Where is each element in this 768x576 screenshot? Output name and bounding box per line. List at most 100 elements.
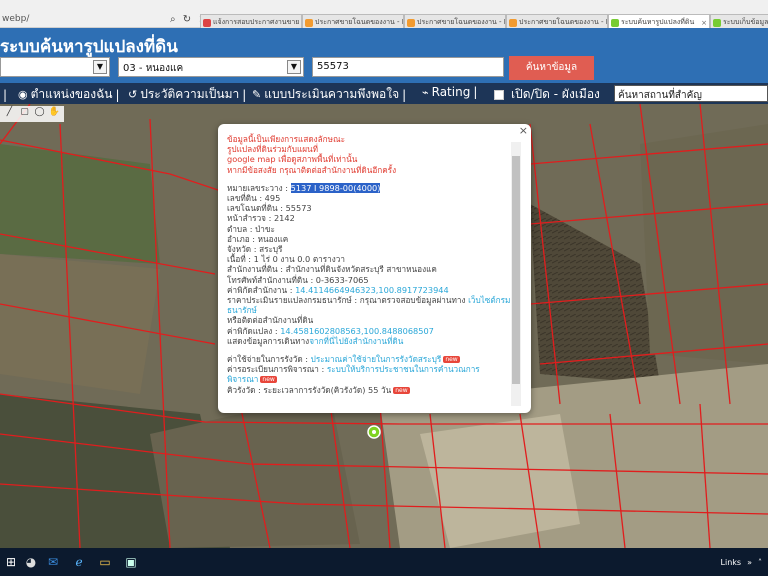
office-coord-row: ค่าพิกัดสำนักงาน : 14.4114664946323,100.…	[227, 285, 511, 295]
globe-icon: ◉	[18, 88, 28, 101]
price-label: ราคาประเมินรายแปลงกรมธนารักษ์ : กรุณาตรว…	[227, 295, 466, 306]
overflow-icon[interactable]: »	[747, 558, 752, 567]
fee-label: ค่าใช้จ่ายในการรังวัด :	[227, 354, 309, 365]
menu-item-rating[interactable]: ⌁ Rating |	[422, 85, 477, 99]
search-button[interactable]: ค้นหาข้อมูล	[509, 56, 594, 80]
area: เนื้อที่ : 1 ไร่ 0 งาน 0.0 ตารางวา	[227, 254, 345, 265]
start-icon[interactable]: ⊞	[2, 553, 20, 571]
tab-label: ประกาศขายโฉนดของงาน - DDtee...	[315, 18, 403, 26]
province-select[interactable]: ▼	[0, 57, 110, 77]
parcel-number-input[interactable]: 55573	[312, 57, 504, 77]
place-search-input[interactable]: ค้นหาสถานที่สำคัญ	[614, 85, 768, 102]
tab-label: ประกาศขายโฉนดของงาน - DDtee...	[519, 18, 607, 26]
chevron-up-icon[interactable]: ˄	[758, 558, 762, 567]
new-badge: new	[393, 386, 410, 394]
queue-row: ค่ารอระเบียนการพิจารณา : ระบบให้บริการปร…	[227, 364, 511, 384]
browser-tab-active[interactable]: ระบบค้นหารูปแปลงที่ดิน ×	[608, 14, 710, 28]
tab-label: ประกาศขายโฉนดของงาน - DDtee...	[417, 18, 505, 26]
chevron-down-icon[interactable]: ▼	[287, 60, 301, 74]
contact-office: หรือติดต่อสำนักงานที่ดิน	[227, 315, 314, 326]
hand-tool-icon[interactable]: ✋	[48, 107, 61, 121]
parcel-coord-label: ค่าพิกัดแปลง :	[227, 325, 278, 336]
sheet-number-value[interactable]: 5137 I 9898-00(4000)	[290, 182, 381, 193]
menu-item-home[interactable]: ่|	[0, 85, 7, 104]
district-select[interactable]: 03 - หนองแค ▼	[118, 57, 304, 77]
parcel-coord-link[interactable]: 14.4581602808563,100.8488068507	[280, 326, 434, 336]
ie-icon[interactable]: ℯ	[70, 553, 88, 571]
page-title: ระบบค้นหารูปแปลงที่ดิน	[0, 37, 178, 57]
sheet-number-label: หมายเลขระวาง :	[227, 182, 288, 193]
menu-item-location[interactable]: ◉ ตำแหน่งของฉัน |	[18, 85, 120, 104]
province: จังหวัด : สระบุรี	[227, 244, 283, 255]
parcel-coord-row: ค่าพิกัดแปลง : 14.4581602808563,100.8488…	[227, 326, 511, 336]
edit-icon: ✎	[252, 88, 262, 101]
route-label: แสดงข้อมูลการเดินทาง	[227, 335, 310, 346]
line-tool-icon[interactable]: ╱	[3, 107, 16, 121]
explorer-icon[interactable]: ▭	[96, 553, 114, 571]
refresh-icon[interactable]: ↻	[183, 14, 191, 25]
separator: |	[115, 87, 120, 102]
popup-content: ข้อมูลนี้เป็นเพียงการแสดงลักษณะ รูปแปลงท…	[227, 134, 511, 395]
office-coord-link[interactable]: 14.4114664946323,100.8917723944	[295, 285, 449, 295]
fee-row: ค่าใช้จ่ายในการรังวัด : ประมาณค่าใช้จ่าย…	[227, 354, 511, 364]
route-row: แสดงข้อมูลการเดินทางจากที่นี่ไปยังสำนักง…	[227, 336, 511, 346]
history-icon: ↺	[128, 88, 138, 101]
chart-icon: ⌁	[422, 85, 429, 99]
menu-item-zoning-toggle[interactable]: เปิด/ปิด - ผังเมือง	[494, 85, 600, 104]
browser-tab[interactable]: ระบบเก็บข้อมูลเชิงพื้นที่ดิน	[710, 14, 768, 28]
office-phone: โทรศัพท์สำนักงานที่ดิน : 0-3633-7065	[227, 274, 369, 285]
circle-tool-icon[interactable]: ◯	[33, 107, 46, 121]
price-row: ราคาประเมินรายแปลงกรมธนารักษ์ : กรุณาตรว…	[227, 295, 511, 315]
links-label[interactable]: Links	[721, 558, 742, 567]
browser-tab[interactable]: ประกาศขายโฉนดของงาน - DDtee...×	[404, 14, 506, 28]
subdistrict: ตำบล : ป่าขะ	[227, 223, 275, 234]
route-link[interactable]: จากที่นี่ไปยังสำนักงานที่ดิน	[309, 336, 403, 346]
close-icon[interactable]: ×	[519, 124, 528, 137]
warning-line: google map เพื่อดูสภาพพื้นที่เท่านั้น	[227, 154, 358, 165]
location-pin-icon[interactable]	[367, 425, 381, 439]
separator: |	[242, 87, 247, 102]
survey-queue-row: คิวรังวัด : ระยะเวลาการรังวัด(คิวรังวัด)…	[227, 385, 511, 395]
fee-link[interactable]: ประมาณค่าใช้จ่ายในการรังวัดสระบุรี	[311, 354, 442, 364]
browser-tab[interactable]: แจ้งการสอบประกาศงานขาย 4046...×	[200, 14, 302, 28]
menu-label: Rating	[431, 85, 471, 99]
browser-tab[interactable]: ประกาศขายโฉนดของงาน - DDtee...×	[506, 14, 608, 28]
search-icon[interactable]: ⌕	[170, 14, 176, 25]
outlook-icon[interactable]: ✉	[44, 553, 62, 571]
menu-item-history[interactable]: ↺ ประวัติความเป็นมา |	[128, 85, 246, 104]
photos-icon[interactable]: ▣	[122, 553, 140, 571]
separator: |	[473, 85, 478, 99]
close-icon[interactable]: ×	[701, 19, 707, 27]
menu-item-survey[interactable]: ✎ แบบประเมินความพึงพอใจ |	[252, 85, 406, 104]
tab-label: แจ้งการสอบประกาศงานขาย 4046...	[213, 18, 301, 26]
survey-queue-label: คิวรังวัด : ระยะเวลาการรังวัด(คิวรังวัด)…	[227, 384, 392, 395]
chrome-icon[interactable]: ◕	[22, 553, 40, 571]
menu-label: เปิด/ปิด - ผังเมือง	[511, 87, 600, 101]
land-number: เลขที่ดิน : 495	[227, 193, 281, 204]
taskbar: ⊞ ◕ ✉ ℯ ▭ ▣ Links » ˄	[0, 548, 768, 576]
popup-scrollbar[interactable]	[511, 142, 521, 406]
square-tool-icon[interactable]: ▢	[18, 107, 31, 121]
parcel-info-popup: × ข้อมูลนี้เป็นเพียงการแสดงลักษณะ รูปแปล…	[218, 124, 531, 413]
sheet-number-row: หมายเลขระวาง : 5137 I 9898-00(4000)	[227, 182, 511, 193]
tab-strip: แจ้งการสอบประกาศงานขาย 4046...× ประกาศขา…	[200, 14, 768, 28]
land-icon	[713, 18, 721, 27]
menu-label: ตำแหน่งของฉัน	[30, 87, 113, 101]
survey-page: หน้าสำรวจ : 2142	[227, 213, 295, 224]
office-coord-label: ค่าพิกัดสำนักงาน :	[227, 284, 293, 295]
tab-label: ระบบค้นหารูปแปลงที่ดิน	[621, 18, 695, 26]
deed-number: เลขโฉนดที่ดิน : 55573	[227, 203, 312, 214]
chevron-down-icon[interactable]: ▼	[93, 60, 107, 74]
gmail-icon	[203, 18, 211, 27]
toggle-checkbox[interactable]	[494, 89, 504, 100]
menu-label: ประวัติความเป็นมา	[140, 87, 240, 101]
select-value: 03 - หนองแค	[123, 63, 184, 74]
land-icon	[611, 18, 619, 27]
new-badge: new	[443, 356, 460, 364]
scrollbar-thumb[interactable]	[512, 156, 520, 384]
separator: |	[3, 87, 8, 102]
browser-tab[interactable]: ประกาศขายโฉนดของงาน - DDtee...×	[302, 14, 404, 28]
tab-label: ระบบเก็บข้อมูลเชิงพื้นที่ดิน	[723, 18, 768, 26]
warning-line: ข้อมูลนี้เป็นเพียงการแสดงลักษณะ	[227, 134, 346, 144]
browser-toolbar: webp/ ⌕ ↻ × แจ้งการสอบประกาศงานขาย 4046.…	[0, 0, 768, 28]
